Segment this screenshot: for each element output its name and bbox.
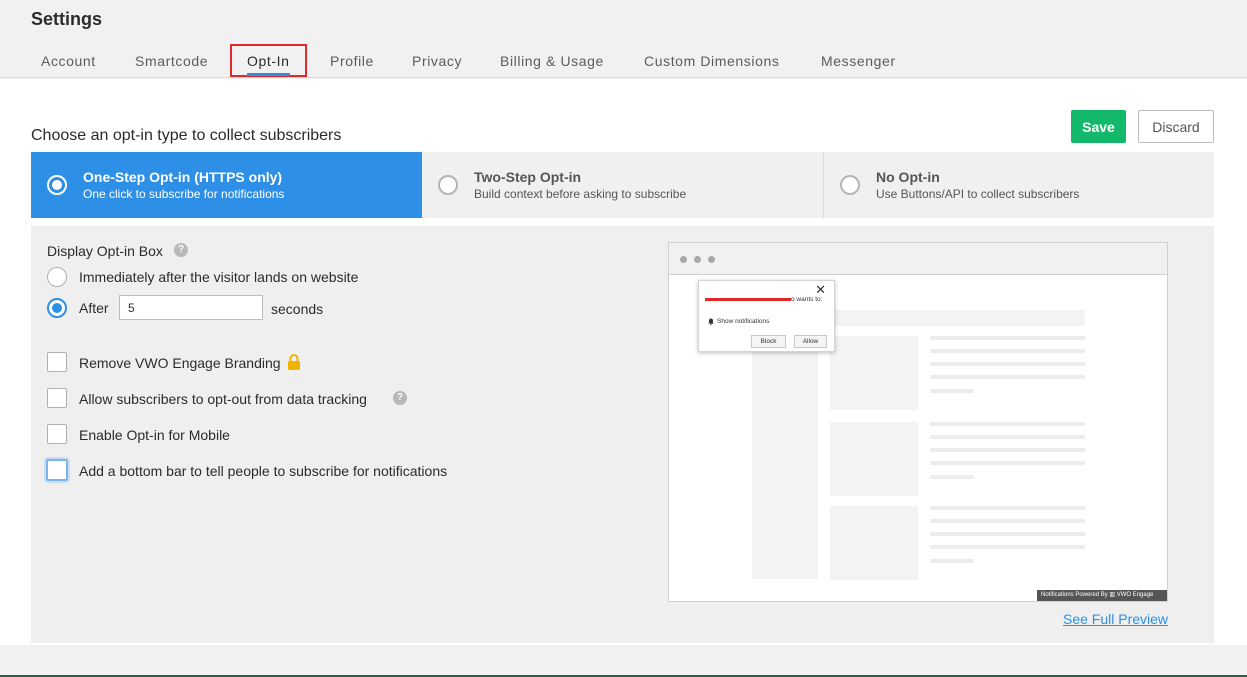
placeholder-line	[930, 336, 1085, 340]
placeholder-line	[930, 545, 1085, 549]
display-opt-in-box-label: Display Opt-in Box	[47, 243, 163, 259]
tab-account[interactable]: Account	[41, 44, 96, 78]
opt-in-settings-card: Choose an opt-in type to collect subscri…	[0, 79, 1247, 645]
opt-type-one-step-radio[interactable]	[47, 175, 67, 195]
placeholder-line	[930, 375, 1085, 379]
opt-type-no-opt-in-radio[interactable]	[840, 175, 860, 195]
opt-out-tracking-checkbox[interactable]	[47, 388, 67, 408]
see-full-preview-link[interactable]: See Full Preview	[1063, 611, 1168, 627]
display-after-radio[interactable]	[47, 298, 67, 318]
placeholder-line	[930, 559, 974, 563]
placeholder-line	[930, 448, 1085, 452]
bottom-bar-label: Add a bottom bar to tell people to subsc…	[79, 463, 448, 479]
delay-seconds-input[interactable]	[119, 295, 263, 320]
popup-block-button: Block	[751, 335, 786, 348]
bell-icon	[708, 318, 714, 325]
opt-type-two-step-radio[interactable]	[438, 175, 458, 195]
placeholder-line	[930, 435, 1085, 439]
opt-type-two-step[interactable]: Two-Step Opt-in Build context before ask…	[422, 152, 823, 218]
display-immediately-radio[interactable]	[47, 267, 67, 287]
enable-mobile-label: Enable Opt-in for Mobile	[79, 427, 230, 443]
placeholder-line	[930, 461, 1085, 465]
placeholder-line	[930, 422, 1085, 426]
placeholder-line	[930, 532, 1085, 536]
browser-bar	[669, 243, 1167, 275]
browser-dot-icon	[708, 256, 715, 263]
lock-icon	[288, 354, 300, 370]
remove-branding-label: Remove VWO Engage Branding	[79, 355, 281, 371]
opt-type-one-step[interactable]: One-Step Opt-in (HTTPS only) One click t…	[31, 152, 422, 218]
save-button[interactable]: Save	[1071, 110, 1126, 143]
placeholder-sidebar	[752, 336, 818, 579]
tab-opt-in[interactable]: Opt-In	[230, 44, 307, 77]
opt-in-type-selector: One-Step Opt-in (HTTPS only) One click t…	[31, 152, 1214, 218]
opt-type-title: Two-Step Opt-in	[474, 169, 582, 185]
tab-opt-in-label: Opt-In	[247, 53, 290, 69]
display-immediately-label: Immediately after the visitor lands on w…	[79, 269, 359, 285]
enable-mobile-checkbox[interactable]	[47, 424, 67, 444]
placeholder-image	[830, 336, 918, 410]
popup-show-notifications: Show notifications	[717, 318, 770, 325]
placeholder-line	[930, 349, 1085, 353]
tab-messenger[interactable]: Messenger	[821, 44, 896, 78]
placeholder-line	[930, 519, 1085, 523]
tab-smartcode[interactable]: Smartcode	[135, 44, 208, 78]
placeholder-line	[930, 362, 1085, 366]
opt-type-description: Use Buttons/API to collect subscribers	[876, 187, 1080, 201]
section-title: Choose an opt-in type to collect subscri…	[31, 127, 342, 144]
opt-in-preview: ✕ o wants to: Show notifications Block A…	[668, 242, 1168, 602]
opt-out-tracking-label: Allow subscribers to opt-out from data t…	[79, 391, 367, 407]
tab-privacy[interactable]: Privacy	[412, 44, 462, 78]
display-after-label: After	[79, 300, 109, 316]
browser-dot-icon	[694, 256, 701, 263]
bottom-bar-checkbox[interactable]	[46, 459, 68, 481]
placeholder-line	[930, 389, 974, 393]
powered-by-badge: Notifications Powered By ▥ VWO Engage	[1037, 590, 1167, 601]
placeholder-line	[930, 475, 974, 479]
opt-type-no-opt-in[interactable]: No Opt-in Use Buttons/API to collect sub…	[824, 152, 1214, 218]
page-title: Settings	[31, 9, 103, 29]
settings-header: Settings Account Smartcode Opt-In Profil…	[0, 0, 1247, 78]
redacted-url	[705, 297, 791, 301]
help-icon[interactable]: ?	[174, 243, 188, 257]
help-icon[interactable]: ?	[393, 391, 407, 405]
browser-dot-icon	[680, 256, 687, 263]
tab-billing-usage[interactable]: Billing & Usage	[500, 44, 604, 78]
placeholder-image	[830, 506, 918, 580]
popup-wants-to: o wants to:	[791, 296, 823, 303]
remove-branding-checkbox[interactable]	[47, 352, 67, 372]
tab-custom-dimensions[interactable]: Custom Dimensions	[644, 44, 779, 78]
active-tab-indicator	[247, 73, 290, 76]
discard-button[interactable]: Discard	[1138, 110, 1214, 143]
placeholder-line	[930, 506, 1085, 510]
opt-type-title: One-Step Opt-in (HTTPS only)	[83, 169, 283, 185]
opt-type-description: One click to subscribe for notifications	[83, 187, 285, 201]
delay-unit-label: seconds	[271, 301, 324, 317]
opt-type-title: No Opt-in	[876, 169, 940, 185]
placeholder-image	[830, 422, 918, 496]
popup-allow-button: Allow	[794, 335, 827, 348]
tab-profile[interactable]: Profile	[330, 44, 374, 78]
display-settings-panel: Display Opt-in Box ? Immediately after t…	[31, 226, 1214, 643]
opt-type-description: Build context before asking to subscribe	[474, 187, 687, 201]
notification-permission-popup: ✕ o wants to: Show notifications Block A…	[698, 280, 835, 352]
popup-site-text: o wants to:	[705, 296, 822, 303]
